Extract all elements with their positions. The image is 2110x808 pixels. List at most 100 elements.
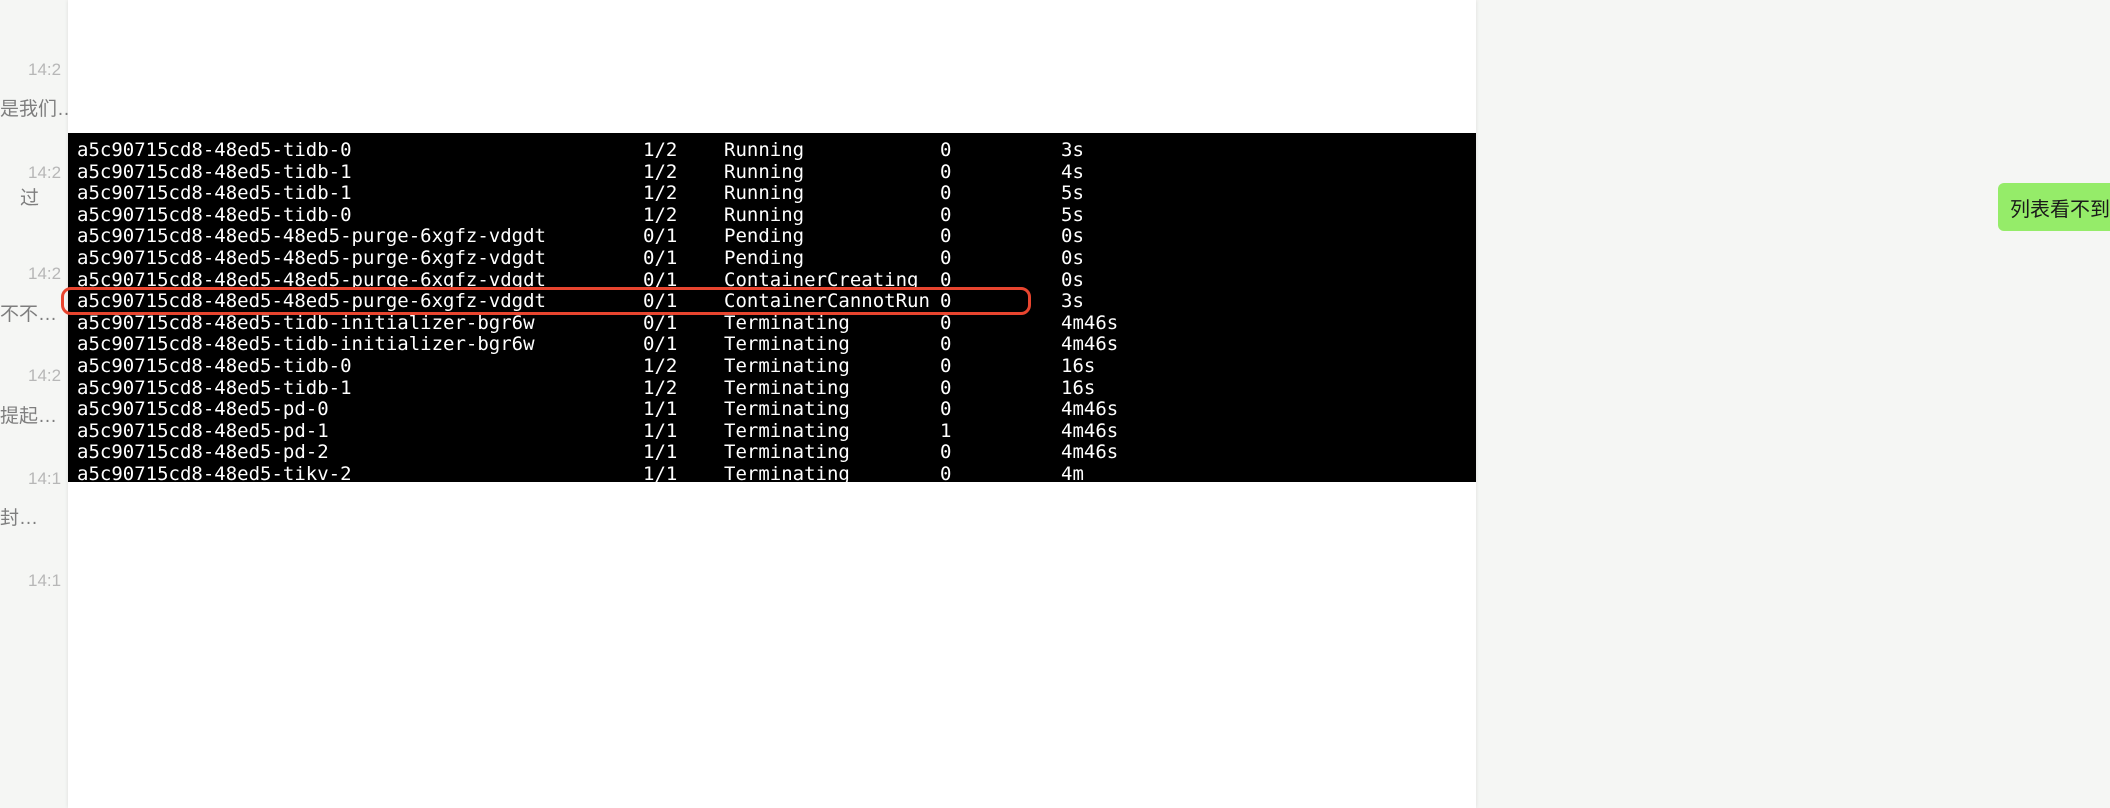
- chat-preview: 是我们…: [0, 94, 76, 121]
- pod-ready: 0/1: [643, 313, 677, 335]
- pod-ready: 1/2: [643, 162, 677, 184]
- chat-time: 14:1: [0, 469, 61, 489]
- pod-restarts: 0: [940, 291, 951, 313]
- pod-name: a5c90715cd8-48ed5-48ed5-purge-6xgfz-vdgd…: [77, 226, 546, 248]
- chat-preview: 过: [0, 183, 39, 210]
- chat-list-item[interactable]: 14:1: [0, 565, 61, 605]
- pod-name: a5c90715cd8-48ed5-tikv-2: [77, 464, 352, 486]
- pod-age: 4m46s: [1061, 399, 1118, 421]
- pod-restarts: 0: [940, 313, 951, 335]
- pod-restarts: 0: [940, 270, 951, 292]
- pod-status: Running: [724, 205, 804, 227]
- pod-age: 4m46s: [1061, 421, 1118, 443]
- pod-restarts: 0: [940, 140, 951, 162]
- terminal-output: a5c90715cd8-48ed5-tidb-0 1/2 Running 0 3s a5c…: [68, 133, 1476, 482]
- pod-status: Terminating: [724, 356, 850, 378]
- pod-name: a5c90715cd8-48ed5-tidb-initializer-bgr6w: [77, 334, 535, 356]
- pod-age: 0s: [1061, 226, 1084, 248]
- chat-list-item[interactable]: 是我们…: [0, 88, 76, 128]
- chat-preview: 不不…: [0, 299, 57, 326]
- pod-ready: 1/2: [643, 356, 677, 378]
- pod-restarts: 0: [940, 205, 951, 227]
- pod-age: 16s: [1061, 356, 1095, 378]
- pod-ready: 1/2: [643, 378, 677, 400]
- pod-ready: 1/1: [643, 442, 677, 464]
- pod-restarts: 0: [940, 356, 951, 378]
- chat-message-text: 列表看不到: [2010, 193, 2110, 222]
- pod-status: ContainerCannotRun: [724, 291, 930, 313]
- chat-preview: 封…: [0, 503, 38, 530]
- pod-name: a5c90715cd8-48ed5-48ed5-purge-6xgfz-vdgd…: [77, 248, 546, 270]
- pod-age: 5s: [1061, 205, 1084, 227]
- pod-age: 4m46s: [1061, 334, 1118, 356]
- pod-restarts: 1: [940, 421, 951, 443]
- pod-age: 3s: [1061, 291, 1084, 313]
- pod-name: a5c90715cd8-48ed5-tidb-0: [77, 205, 352, 227]
- pod-ready: 1/2: [643, 205, 677, 227]
- pod-ready: 1/1: [643, 399, 677, 421]
- pod-restarts: 0: [940, 183, 951, 205]
- pod-restarts: 0: [940, 442, 951, 464]
- image-viewer-card: a5c90715cd8-48ed5-tidb-0 1/2 Running 0 3s a5c…: [68, 0, 1476, 808]
- pod-name: a5c90715cd8-48ed5-48ed5-purge-6xgfz-vdgd…: [77, 291, 546, 313]
- pod-ready: 0/1: [643, 291, 677, 313]
- pod-age: 4m: [1061, 464, 1084, 486]
- pod-status: Terminating: [724, 334, 850, 356]
- pod-status: Terminating: [724, 378, 850, 400]
- chat-list-item[interactable]: 14:2: [0, 258, 61, 298]
- pod-name: a5c90715cd8-48ed5-tidb-initializer-bgr6w: [77, 313, 535, 335]
- pod-ready: 1/1: [643, 464, 677, 486]
- pod-name: a5c90715cd8-48ed5-tidb-1: [77, 183, 352, 205]
- chat-list-item[interactable]: 14:2: [0, 360, 61, 400]
- pod-restarts: 0: [940, 378, 951, 400]
- chat-time: 14:2: [0, 366, 61, 386]
- pod-name: a5c90715cd8-48ed5-pd-0: [77, 399, 329, 421]
- pod-age: 5s: [1061, 183, 1084, 205]
- pod-status: Running: [724, 183, 804, 205]
- pod-ready: 1/2: [643, 140, 677, 162]
- pod-ready: 1/2: [643, 183, 677, 205]
- pod-name: a5c90715cd8-48ed5-tidb-1: [77, 378, 352, 400]
- pod-age: 0s: [1061, 248, 1084, 270]
- pod-status: Running: [724, 140, 804, 162]
- pod-status: Terminating: [724, 464, 850, 486]
- chat-preview: 提起…: [0, 401, 57, 428]
- pod-name: a5c90715cd8-48ed5-48ed5-purge-6xgfz-vdgd…: [77, 270, 546, 292]
- pod-status: Terminating: [724, 313, 850, 335]
- pod-restarts: 0: [940, 399, 951, 421]
- pod-restarts: 0: [940, 162, 951, 184]
- pod-status: Terminating: [724, 399, 850, 421]
- pod-age: 16s: [1061, 378, 1095, 400]
- pod-status: ContainerCreating: [724, 270, 918, 292]
- pod-ready: 0/1: [643, 226, 677, 248]
- pod-ready: 0/1: [643, 334, 677, 356]
- chat-time: 14:1: [0, 571, 61, 591]
- chat-time: 14:2: [0, 163, 61, 183]
- chat-time: 14:2: [0, 60, 61, 80]
- pod-restarts: 0: [940, 226, 951, 248]
- pod-status: Pending: [724, 226, 804, 248]
- chat-list-item[interactable]: 提起…: [0, 395, 57, 435]
- pod-status: Terminating: [724, 442, 850, 464]
- chat-message-bubble[interactable]: 列表看不到: [1998, 183, 2110, 231]
- pod-status: Terminating: [724, 421, 850, 443]
- chat-list-item[interactable]: 不不…: [0, 293, 57, 333]
- pod-name: a5c90715cd8-48ed5-tidb-0: [77, 140, 352, 162]
- background-right: [1470, 0, 2110, 808]
- pod-ready: 0/1: [643, 248, 677, 270]
- pod-restarts: 0: [940, 334, 951, 356]
- pod-age: 3s: [1061, 140, 1084, 162]
- pod-status: Pending: [724, 248, 804, 270]
- pod-ready: 0/1: [643, 270, 677, 292]
- pod-age: 0s: [1061, 270, 1084, 292]
- pod-name: a5c90715cd8-48ed5-tidb-1: [77, 162, 352, 184]
- pod-age: 4m46s: [1061, 313, 1118, 335]
- chat-time: 14:2: [0, 264, 61, 284]
- pod-name: a5c90715cd8-48ed5-pd-1: [77, 421, 329, 443]
- chat-list-item[interactable]: 封…: [0, 497, 38, 537]
- pod-status: Running: [724, 162, 804, 184]
- pod-name: a5c90715cd8-48ed5-pd-2: [77, 442, 329, 464]
- chat-list-item[interactable]: 14:2过: [0, 157, 61, 197]
- pod-restarts: 0: [940, 248, 951, 270]
- pod-name: a5c90715cd8-48ed5-tidb-0: [77, 356, 352, 378]
